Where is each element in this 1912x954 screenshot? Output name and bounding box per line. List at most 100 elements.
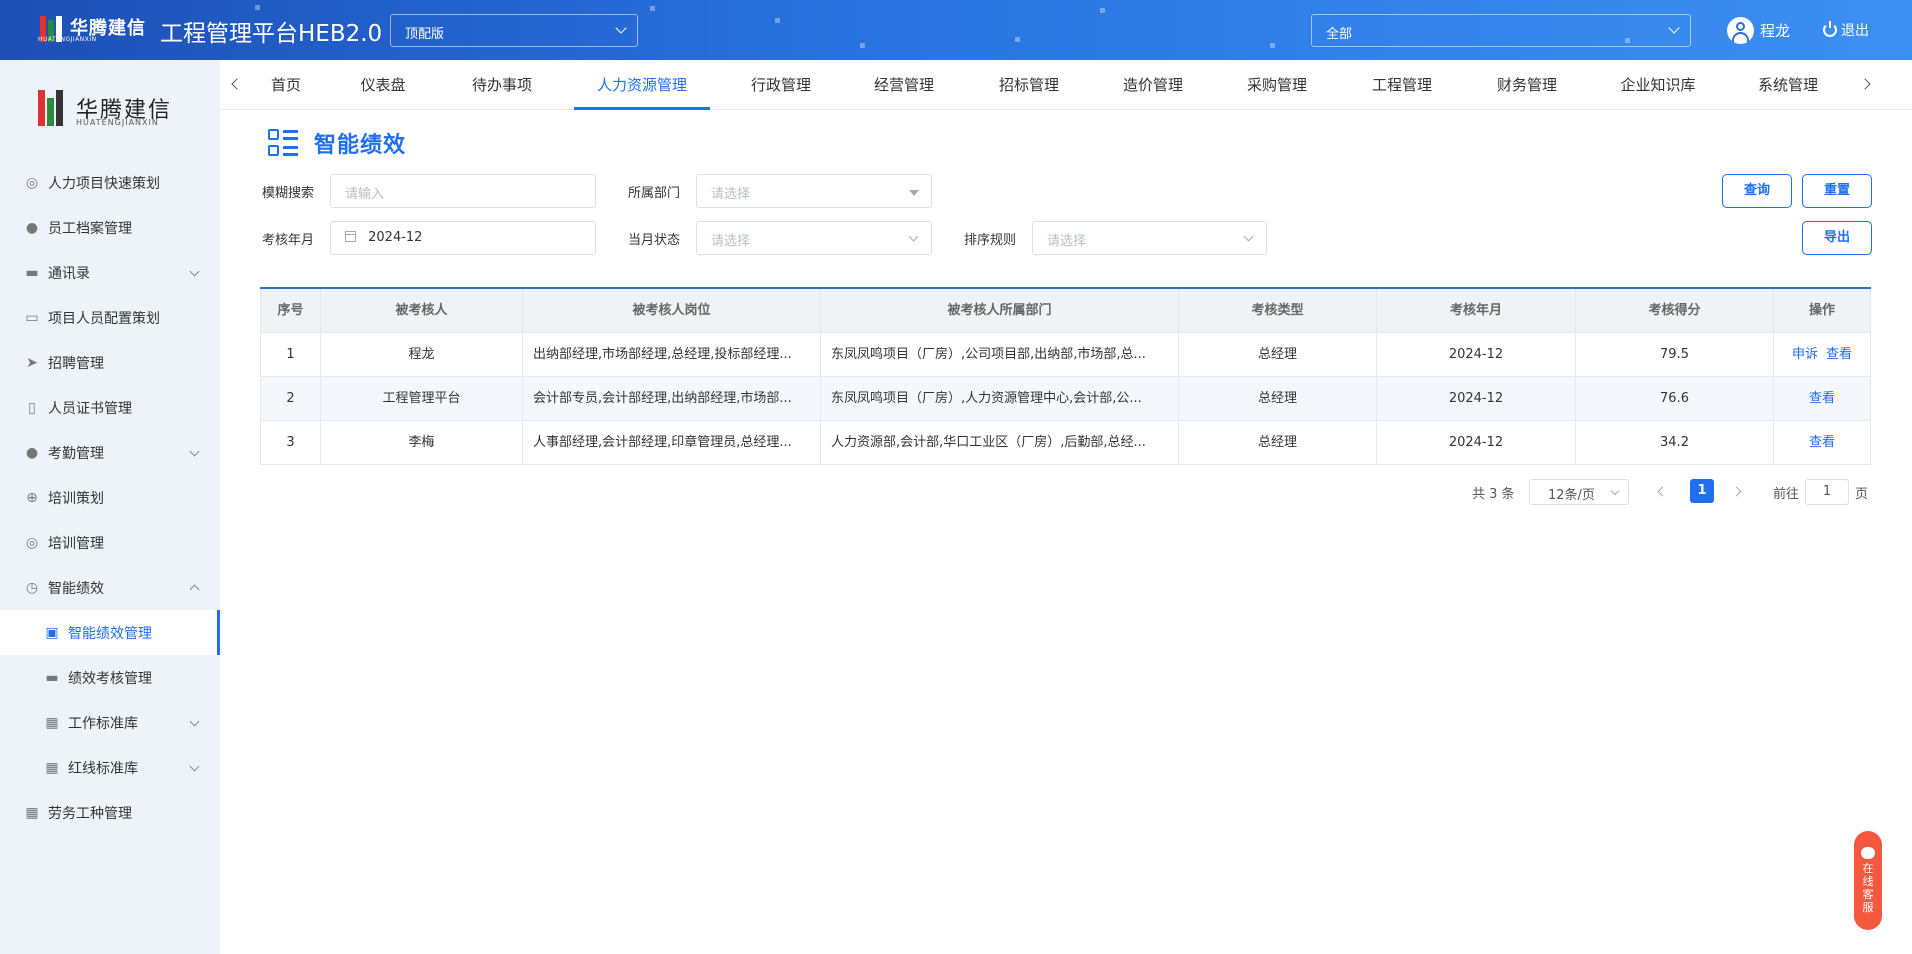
- table-row: 2 工程管理平台 会计部专员,会计部经理,出纳部经理,市场部... 东凤凤鸣项目…: [260, 377, 1871, 421]
- sidebar-item-staffing-plan[interactable]: ▭ 项目人员配置策划: [0, 295, 220, 340]
- tab-todo[interactable]: 待办事项: [463, 60, 541, 110]
- sidebar-item-contacts[interactable]: ▬ 通讯录: [0, 250, 220, 295]
- sidebar-item-training-plan[interactable]: ⊕ 培训策划: [0, 475, 220, 520]
- current-page-button[interactable]: 1: [1690, 479, 1714, 503]
- tab-costing[interactable]: 造价管理: [1114, 60, 1192, 110]
- column-header: 操作: [1774, 289, 1871, 332]
- cell-actions: 申诉 查看: [1774, 333, 1871, 376]
- sidebar-item-label: 招聘管理: [48, 355, 104, 372]
- sidebar-item-recruitment[interactable]: ➤ 招聘管理: [0, 340, 220, 385]
- chevron-right-icon[interactable]: [1859, 78, 1871, 90]
- tab-home[interactable]: 首页: [262, 60, 310, 110]
- user-menu[interactable]: 程龙: [1727, 17, 1790, 44]
- edition-select[interactable]: 顶配版: [390, 14, 638, 47]
- stopwatch-icon: ◷: [25, 579, 39, 596]
- sidebar-item-smart-performance[interactable]: ◷ 智能绩效: [0, 565, 220, 610]
- sidebar-item-label: 智能绩效: [48, 580, 104, 597]
- cell-dept: 东凤凤鸣项目（厂房）,人力资源管理中心,会计部,公...: [821, 377, 1179, 420]
- tab-engineering[interactable]: 工程管理: [1363, 60, 1441, 110]
- view-link[interactable]: 查看: [1809, 391, 1835, 406]
- sidebar-item-employee-records[interactable]: ● 员工档案管理: [0, 205, 220, 250]
- view-link[interactable]: 查看: [1826, 347, 1852, 362]
- tab-dashboard[interactable]: 仪表盘: [352, 60, 414, 110]
- chevron-down-icon: [189, 266, 200, 277]
- cell-dept: 人力资源部,会计部,华口工业区（厂房）,后勤部,总经...: [821, 421, 1179, 464]
- cell-name: 程龙: [321, 333, 523, 376]
- page-size-select[interactable]: 12条/页: [1529, 479, 1629, 505]
- sidebar-item-label: 劳务工种管理: [48, 805, 132, 822]
- page-title-text: 智能绩效: [314, 133, 407, 158]
- query-button[interactable]: 查询: [1722, 174, 1792, 208]
- tab-system[interactable]: 系统管理: [1748, 60, 1828, 110]
- reset-button[interactable]: 重置: [1802, 174, 1872, 208]
- tab-operations[interactable]: 经营管理: [865, 60, 943, 110]
- column-header: 考核年月: [1377, 289, 1576, 332]
- cell-month: 2024-12: [1377, 421, 1576, 464]
- tab-admin[interactable]: 行政管理: [742, 60, 820, 110]
- sidebar-item-quick-plan[interactable]: ◎ 人力项目快速策划: [0, 160, 220, 205]
- sidebar-item-certificates[interactable]: ▯ 人员证书管理: [0, 385, 220, 430]
- document-icon: ▯: [28, 399, 36, 416]
- logout-button[interactable]: 退出: [1823, 20, 1869, 40]
- service-label: 在: [1862, 862, 1874, 875]
- column-header: 被考核人所属部门: [821, 289, 1179, 332]
- sidebar-item-labor-types[interactable]: ▦ 劳务工种管理: [0, 790, 220, 835]
- tab-hr-management[interactable]: 人力资源管理: [574, 60, 710, 110]
- cell-type: 总经理: [1179, 377, 1377, 420]
- list-icon: [266, 126, 300, 160]
- power-icon: [1823, 21, 1837, 37]
- dept-select[interactable]: 请选择: [696, 174, 932, 208]
- sidebar-item-label: 员工档案管理: [48, 220, 132, 237]
- prev-page-icon[interactable]: [1657, 486, 1668, 497]
- calendar-icon: [345, 231, 356, 242]
- app-title: 工程管理平台HEB2.0: [160, 21, 383, 47]
- tab-procurement[interactable]: 采购管理: [1238, 60, 1316, 110]
- cell-type: 总经理: [1179, 333, 1377, 376]
- tab-bidding[interactable]: 招标管理: [990, 60, 1068, 110]
- sidebar-item-performance-review[interactable]: ▬ 绩效考核管理: [0, 655, 220, 700]
- chevron-left-icon[interactable]: [231, 78, 243, 90]
- sort-select[interactable]: 请选择: [1032, 221, 1267, 255]
- table-header-row: 序号 被考核人 被考核人岗位 被考核人所属部门 考核类型 考核年月 考核得分 操…: [260, 289, 1871, 333]
- service-label: 客: [1862, 888, 1874, 901]
- page-size-value: 12条/页: [1548, 488, 1595, 503]
- sidebar-logo: 华腾建信 HUATENGJIANXIN: [36, 87, 186, 129]
- chevron-down-icon: [189, 761, 200, 772]
- column-header: 序号: [261, 289, 321, 332]
- sidebar-item-label: 红线标准库: [68, 760, 138, 777]
- sidebar-item-label: 绩效考核管理: [68, 670, 152, 687]
- cell-month: 2024-12: [1377, 377, 1576, 420]
- sidebar-brand-sub: HUATENGJIANXIN: [76, 118, 159, 127]
- tab-finance[interactable]: 财务管理: [1488, 60, 1566, 110]
- next-page-icon[interactable]: [1731, 486, 1742, 497]
- month-label: 考核年月: [262, 233, 315, 248]
- sidebar-item-smart-performance-management[interactable]: ▣ 智能绩效管理: [0, 610, 220, 655]
- briefcase-icon: ▬: [25, 264, 39, 281]
- export-button[interactable]: 导出: [1802, 221, 1872, 255]
- sidebar-item-attendance[interactable]: ● 考勤管理: [0, 430, 220, 475]
- sidebar-item-work-standards[interactable]: ▦ 工作标准库: [0, 700, 220, 745]
- tab-knowledge-base[interactable]: 企业知识库: [1610, 60, 1706, 110]
- sidebar-item-label: 培训策划: [48, 490, 104, 507]
- sidebar-item-training-management[interactable]: ◎ 培训管理: [0, 520, 220, 565]
- search-input[interactable]: 请输入: [330, 174, 596, 208]
- service-label: 线: [1862, 875, 1874, 888]
- column-header: 考核类型: [1179, 289, 1377, 332]
- view-link[interactable]: 查看: [1809, 435, 1835, 450]
- goto-page-input[interactable]: 1: [1805, 479, 1849, 505]
- status-select[interactable]: 请选择: [696, 221, 932, 255]
- column-header: 被考核人岗位: [523, 289, 821, 332]
- top-nav-tabs: 首页 仪表盘 待办事项 人力资源管理 行政管理 经营管理 招标管理 造价管理 采…: [220, 60, 1912, 110]
- cell-score: 34.2: [1576, 421, 1774, 464]
- service-label: 服: [1862, 901, 1874, 914]
- lifebuoy-icon: ◎: [25, 534, 39, 551]
- performance-table: 序号 被考核人 被考核人岗位 被考核人所属部门 考核类型 考核年月 考核得分 操…: [260, 287, 1871, 465]
- sidebar-item-redline-standards[interactable]: ▦ 红线标准库: [0, 745, 220, 790]
- cell-no: 2: [261, 377, 321, 420]
- table-row: 1 程龙 出纳部经理,市场部经理,总经理,投标部经理... 东凤凤鸣项目（厂房）…: [260, 333, 1871, 377]
- appeal-link[interactable]: 申诉: [1792, 347, 1818, 362]
- online-service-button[interactable]: 在 线 客 服: [1854, 831, 1882, 930]
- caret-down-icon: [909, 190, 919, 196]
- scope-select[interactable]: 全部: [1311, 14, 1691, 47]
- month-picker[interactable]: 2024-12: [330, 221, 596, 255]
